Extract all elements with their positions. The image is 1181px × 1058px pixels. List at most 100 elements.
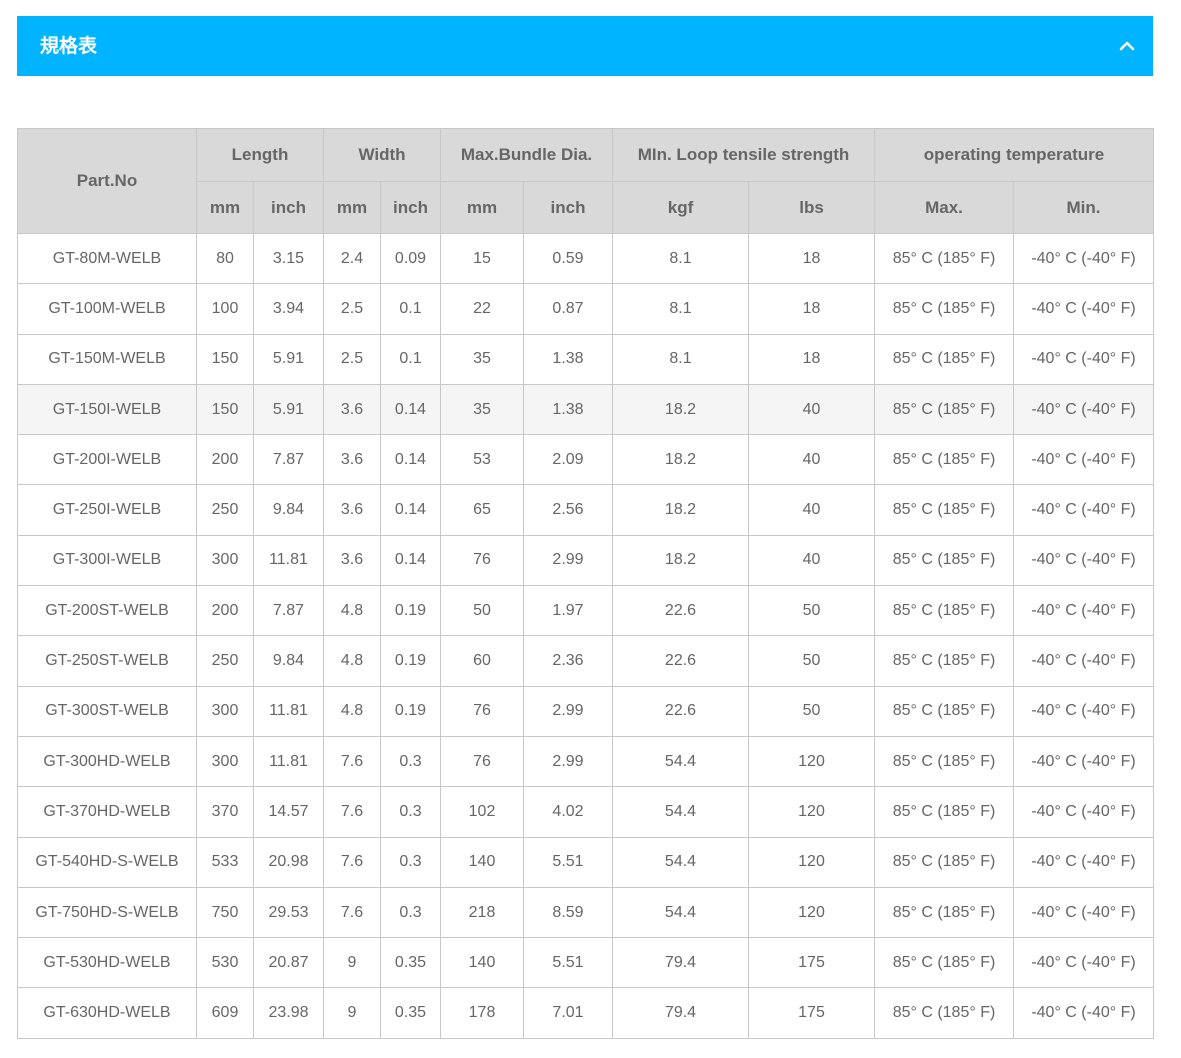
cell-width-inch: 0.09 bbox=[380, 232, 441, 285]
cell-bundle-inch: 2.99 bbox=[523, 685, 613, 737]
cell-tensile-lbs: 40 bbox=[748, 383, 875, 436]
subheader-temp-min: Min. bbox=[1013, 181, 1154, 234]
cell-tensile-kgf: 79.4 bbox=[612, 987, 749, 1039]
table-row: GT-530HD-WELB 530 20.87 9 0.35 140 5.51 79.4 175… bbox=[17, 937, 1154, 989]
cell-temp-max: 85° C (185° F) bbox=[874, 434, 1014, 486]
cell-bundle-mm: 65 bbox=[440, 484, 524, 536]
cell-length-mm: 150 bbox=[196, 333, 254, 385]
cell-tensile-lbs: 120 bbox=[748, 786, 875, 838]
cell-part-no: GT-150M-WELB bbox=[17, 333, 197, 385]
cell-length-inch: 23.98 bbox=[253, 987, 324, 1039]
cell-temp-max: 85° C (185° F) bbox=[874, 836, 1014, 888]
cell-temp-min: -40° C (-40° F) bbox=[1013, 434, 1154, 486]
cell-temp-max: 85° C (185° F) bbox=[874, 283, 1014, 335]
cell-bundle-mm: 102 bbox=[440, 786, 524, 838]
cell-tensile-lbs: 50 bbox=[748, 685, 875, 737]
cell-temp-min: -40° C (-40° F) bbox=[1013, 283, 1154, 335]
cell-tensile-kgf: 18.2 bbox=[612, 484, 749, 536]
cell-width-inch: 0.19 bbox=[380, 585, 441, 637]
subheader-tensile-kgf: kgf bbox=[612, 181, 749, 234]
cell-bundle-mm: 178 bbox=[440, 987, 524, 1039]
cell-width-mm: 7.6 bbox=[323, 786, 381, 838]
cell-temp-min: -40° C (-40° F) bbox=[1013, 534, 1154, 587]
spec-table: Part.No Length Width Max.Bundle Dia. MIn… bbox=[17, 128, 1154, 1039]
cell-tensile-lbs: 50 bbox=[748, 585, 875, 637]
cell-tensile-lbs: 40 bbox=[748, 484, 875, 536]
cell-temp-max: 85° C (185° F) bbox=[874, 987, 1014, 1039]
chevron-up-icon[interactable] bbox=[1117, 36, 1137, 56]
cell-length-mm: 80 bbox=[196, 232, 254, 285]
cell-temp-min: -40° C (-40° F) bbox=[1013, 735, 1154, 788]
header-min-loop-tensile-strength: MIn. Loop tensile strength bbox=[612, 128, 875, 182]
cell-length-mm: 530 bbox=[196, 937, 254, 989]
cell-bundle-mm: 76 bbox=[440, 735, 524, 788]
cell-bundle-inch: 1.38 bbox=[523, 383, 613, 436]
cell-bundle-mm: 76 bbox=[440, 534, 524, 587]
cell-temp-max: 85° C (185° F) bbox=[874, 937, 1014, 989]
cell-temp-min: -40° C (-40° F) bbox=[1013, 937, 1154, 989]
cell-bundle-inch: 1.38 bbox=[523, 333, 613, 385]
cell-part-no: GT-150I-WELB bbox=[17, 383, 197, 436]
subheader-width-inch: inch bbox=[380, 181, 441, 234]
cell-width-mm: 7.6 bbox=[323, 735, 381, 788]
cell-width-inch: 0.19 bbox=[380, 635, 441, 687]
cell-length-inch: 11.81 bbox=[253, 685, 324, 737]
cell-length-inch: 20.98 bbox=[253, 836, 324, 888]
cell-tensile-lbs: 120 bbox=[748, 735, 875, 788]
cell-length-mm: 100 bbox=[196, 283, 254, 335]
cell-tensile-kgf: 54.4 bbox=[612, 735, 749, 788]
cell-temp-min: -40° C (-40° F) bbox=[1013, 786, 1154, 838]
cell-length-mm: 300 bbox=[196, 534, 254, 587]
cell-temp-min: -40° C (-40° F) bbox=[1013, 886, 1154, 939]
table-row: GT-630HD-WELB 609 23.98 9 0.35 178 7.01 79.4 175… bbox=[17, 987, 1154, 1039]
cell-length-inch: 3.15 bbox=[253, 232, 324, 285]
cell-bundle-inch: 2.09 bbox=[523, 434, 613, 486]
cell-temp-min: -40° C (-40° F) bbox=[1013, 484, 1154, 536]
cell-part-no: GT-370HD-WELB bbox=[17, 786, 197, 838]
cell-bundle-mm: 35 bbox=[440, 333, 524, 385]
cell-temp-min: -40° C (-40° F) bbox=[1013, 836, 1154, 888]
table-row: GT-250I-WELB 250 9.84 3.6 0.14 65 2.56 18.2 40 85… bbox=[17, 484, 1154, 536]
cell-tensile-lbs: 175 bbox=[748, 987, 875, 1039]
cell-width-inch: 0.35 bbox=[380, 937, 441, 989]
table-row: GT-100M-WELB 100 3.94 2.5 0.1 22 0.87 8.1 18 85° … bbox=[17, 283, 1154, 335]
cell-tensile-kgf: 18.2 bbox=[612, 534, 749, 587]
cell-bundle-mm: 35 bbox=[440, 383, 524, 436]
cell-tensile-kgf: 18.2 bbox=[612, 383, 749, 436]
subheader-temp-max: Max. bbox=[874, 181, 1014, 234]
cell-temp-min: -40° C (-40° F) bbox=[1013, 585, 1154, 637]
cell-width-inch: 0.3 bbox=[380, 735, 441, 788]
header-operating-temperature: operating temperature bbox=[874, 128, 1154, 182]
cell-tensile-kgf: 18.2 bbox=[612, 434, 749, 486]
table-row: GT-150I-WELB 150 5.91 3.6 0.14 35 1.38 18.2 40 85… bbox=[17, 383, 1154, 436]
cell-width-inch: 0.3 bbox=[380, 886, 441, 939]
cell-bundle-mm: 60 bbox=[440, 635, 524, 687]
cell-length-mm: 533 bbox=[196, 836, 254, 888]
cell-part-no: GT-530HD-WELB bbox=[17, 937, 197, 989]
cell-length-inch: 14.57 bbox=[253, 786, 324, 838]
cell-length-mm: 300 bbox=[196, 735, 254, 788]
cell-length-inch: 7.87 bbox=[253, 434, 324, 486]
cell-width-inch: 0.35 bbox=[380, 987, 441, 1039]
cell-temp-min: -40° C (-40° F) bbox=[1013, 333, 1154, 385]
spec-table-accordion-header[interactable]: 規格表 bbox=[17, 16, 1153, 76]
cell-tensile-kgf: 79.4 bbox=[612, 937, 749, 989]
cell-temp-max: 85° C (185° F) bbox=[874, 484, 1014, 536]
cell-temp-max: 85° C (185° F) bbox=[874, 383, 1014, 436]
cell-width-inch: 0.14 bbox=[380, 434, 441, 486]
cell-tensile-lbs: 40 bbox=[748, 534, 875, 587]
cell-tensile-kgf: 8.1 bbox=[612, 283, 749, 335]
cell-width-inch: 0.1 bbox=[380, 333, 441, 385]
cell-width-inch: 0.19 bbox=[380, 685, 441, 737]
cell-part-no: GT-300HD-WELB bbox=[17, 735, 197, 788]
cell-width-mm: 2.5 bbox=[323, 283, 381, 335]
cell-tensile-lbs: 50 bbox=[748, 635, 875, 687]
cell-bundle-inch: 0.87 bbox=[523, 283, 613, 335]
cell-length-inch: 9.84 bbox=[253, 484, 324, 536]
cell-tensile-lbs: 120 bbox=[748, 836, 875, 888]
cell-length-inch: 20.87 bbox=[253, 937, 324, 989]
accordion-title: 規格表 bbox=[40, 35, 98, 57]
cell-width-mm: 7.6 bbox=[323, 886, 381, 939]
cell-temp-max: 85° C (185° F) bbox=[874, 585, 1014, 637]
cell-temp-max: 85° C (185° F) bbox=[874, 534, 1014, 587]
